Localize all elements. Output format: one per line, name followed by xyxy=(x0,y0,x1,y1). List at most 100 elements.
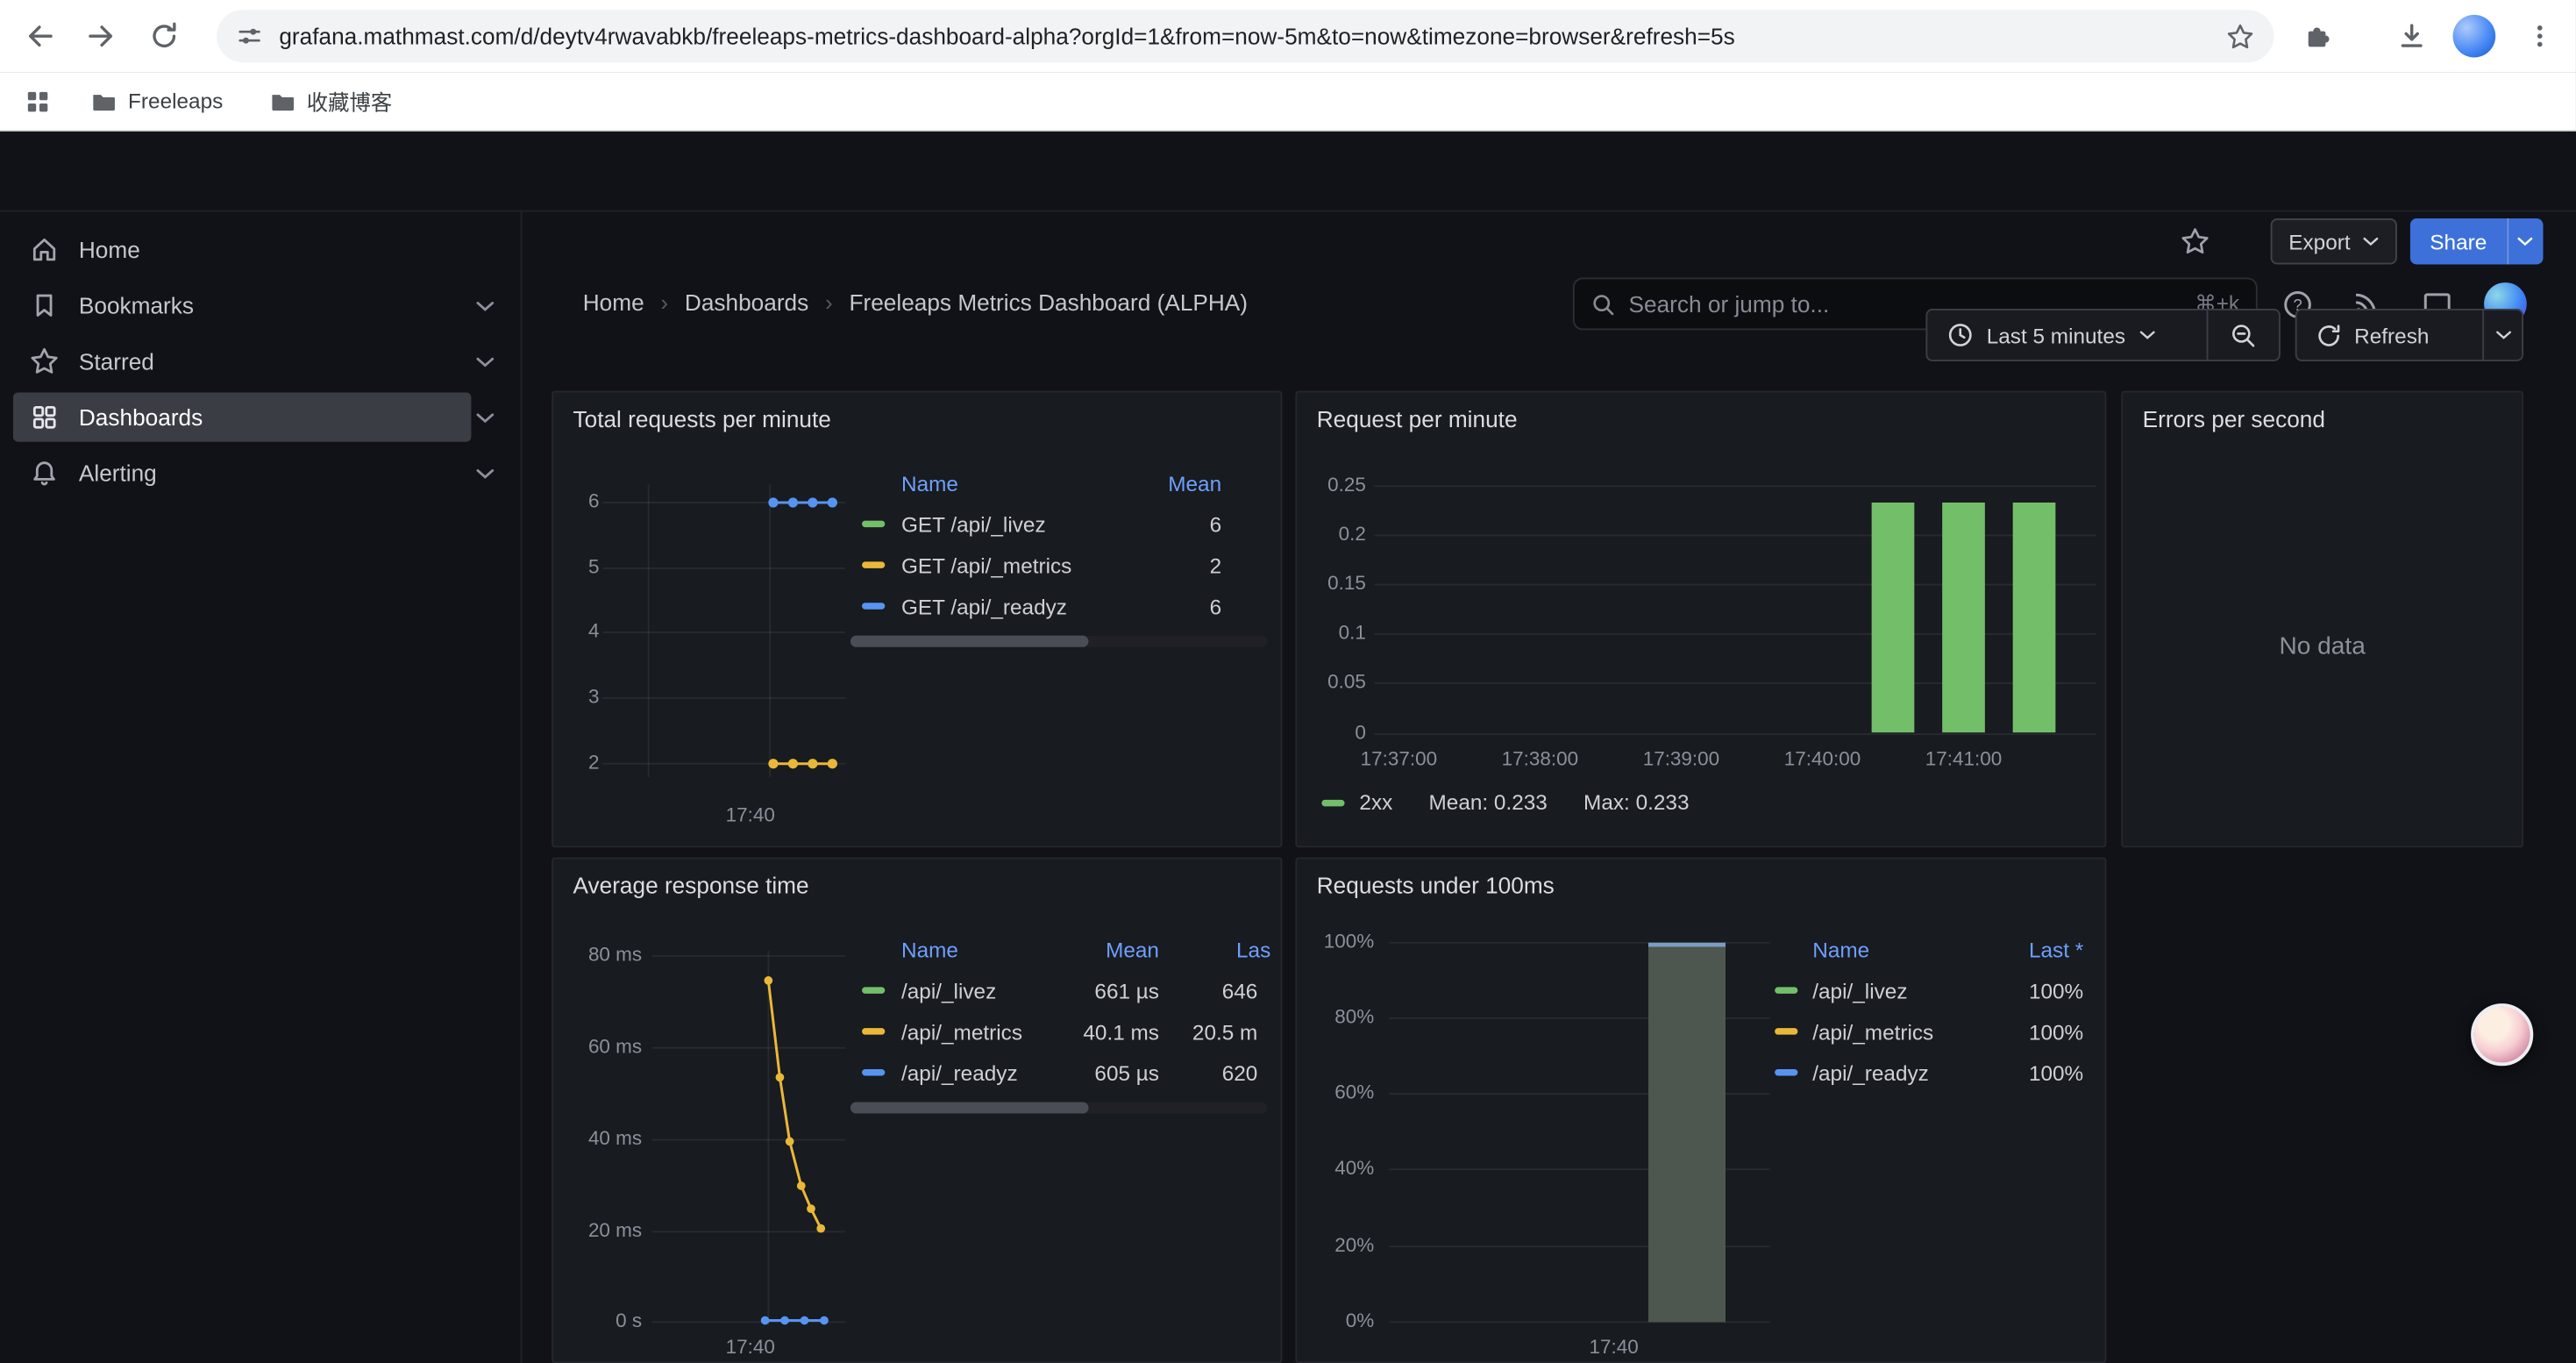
reload-icon xyxy=(149,21,179,51)
sidebar-item-home[interactable]: Home xyxy=(13,225,497,275)
series-name[interactable]: GET /api/_metrics xyxy=(901,546,1071,587)
zoom-out-time-button[interactable] xyxy=(2209,310,2280,360)
legend-column-name[interactable]: Name xyxy=(1812,931,1869,971)
bar-chart xyxy=(1389,934,1769,1335)
panel-total-requests-per-minute: Total requests per minute 6 5 4 3 2 17:4… xyxy=(551,391,1282,848)
browser-menu-button[interactable] xyxy=(2517,13,2563,59)
series-name[interactable]: GET /api/_readyz xyxy=(901,586,1067,627)
panel-title[interactable]: Errors per second xyxy=(2143,406,2325,432)
legend-column-last[interactable]: Last * xyxy=(2029,931,2083,971)
scrollbar-thumb[interactable] xyxy=(850,1102,1088,1113)
reload-button[interactable] xyxy=(141,13,187,59)
browser-profile-avatar[interactable] xyxy=(2453,15,2496,58)
series-name[interactable]: /api/_metrics xyxy=(901,1011,1022,1053)
breadcrumb-dashboards[interactable]: Dashboards xyxy=(685,289,808,316)
legend-row: GET /api/_livez 6 xyxy=(850,504,1268,546)
series-name[interactable]: /api/_readyz xyxy=(1812,1053,1929,1094)
sidebar-item-alerting[interactable]: Alerting xyxy=(13,448,471,497)
panel-title[interactable]: Total requests per minute xyxy=(573,406,831,432)
back-button[interactable] xyxy=(17,13,62,59)
series-name[interactable]: 2xx xyxy=(1359,790,1392,815)
downloads-button[interactable] xyxy=(2388,13,2434,59)
share-menu-button[interactable] xyxy=(2507,218,2543,264)
legend-scrollbar[interactable] xyxy=(850,636,1268,647)
series-color-swatch xyxy=(1321,799,1344,805)
chevron-down-icon[interactable] xyxy=(471,300,497,311)
panel-title[interactable]: Average response time xyxy=(573,872,809,898)
legend-column-name[interactable]: Name xyxy=(901,465,958,504)
chevron-down-icon[interactable] xyxy=(471,411,497,423)
refresh-interval-button[interactable] xyxy=(2484,310,2522,360)
share-button-group: Share xyxy=(2410,218,2543,264)
sidebar-item-dashboards[interactable]: Dashboards xyxy=(13,393,471,442)
legend-column-name[interactable]: Name xyxy=(901,931,958,971)
bell-icon xyxy=(30,458,60,488)
breadcrumb-separator: › xyxy=(825,289,833,316)
time-range-picker[interactable]: Last 5 minutes xyxy=(1927,310,2206,360)
chevron-down-icon[interactable] xyxy=(471,355,497,367)
breadcrumb-separator: › xyxy=(660,289,668,316)
sidebar-item-bookmarks[interactable]: Bookmarks xyxy=(13,281,471,330)
series-name[interactable]: GET /api/_livez xyxy=(901,504,1046,546)
folder-icon xyxy=(269,88,295,114)
legend-inline: 2xx Mean: 0.233 Max: 0.233 xyxy=(1321,790,1725,815)
url-input[interactable] xyxy=(279,23,2210,49)
series-color-swatch xyxy=(1775,987,1797,993)
url-bar[interactable] xyxy=(217,10,2274,62)
timeseries-chart xyxy=(602,482,845,810)
apps-shortcut-button[interactable] xyxy=(17,86,60,116)
legend-row: /api/_livez 661 µs 646 xyxy=(850,971,1268,1012)
export-button[interactable]: Export xyxy=(2271,218,2396,264)
series-mean: 605 µs xyxy=(1094,1053,1159,1094)
site-info-icon[interactable] xyxy=(237,23,263,49)
legend-table: Name Mean Las /api/_livez 661 µs 646 /ap… xyxy=(850,931,1268,1120)
series-name[interactable]: /api/_livez xyxy=(901,971,996,1012)
legend-row: /api/_readyz 605 µs 620 xyxy=(850,1053,1268,1094)
series-mean: Mean: 0.233 xyxy=(1429,790,1548,815)
chevron-down-icon[interactable] xyxy=(471,467,497,479)
forward-button[interactable] xyxy=(79,13,125,59)
series-max: Max: 0.233 xyxy=(1583,790,1689,815)
series-color-swatch xyxy=(862,1028,885,1034)
series-name[interactable]: /api/_livez xyxy=(1812,971,1907,1012)
folder-icon xyxy=(90,88,117,114)
series-mean: 2 xyxy=(1210,546,1222,587)
star-icon xyxy=(2181,226,2210,256)
legend-row: /api/_metrics 100% xyxy=(1775,1011,2087,1053)
panel-title[interactable]: Requests under 100ms xyxy=(1317,872,1555,898)
series-mean: 6 xyxy=(1210,586,1222,627)
favorite-dashboard-button[interactable] xyxy=(2181,226,2210,264)
panel-request-per-minute: Request per minute 0.25 0.2 0.15 0.1 0.0… xyxy=(1295,391,2106,848)
legend-column-mean[interactable]: Mean xyxy=(1106,931,1159,971)
bookmark-folder-freeleaps[interactable]: Freeleaps xyxy=(75,82,238,121)
bookmark-label: Freeleaps xyxy=(128,89,223,113)
chevron-down-icon xyxy=(2517,237,2534,246)
legend-column-mean[interactable]: Mean xyxy=(1168,465,1221,504)
search-icon xyxy=(1590,291,1615,316)
panel-title[interactable]: Request per minute xyxy=(1317,406,1518,432)
series-name[interactable]: /api/_metrics xyxy=(1812,1011,1933,1053)
share-button[interactable]: Share xyxy=(2410,218,2507,264)
legend-scrollbar[interactable] xyxy=(850,1102,1268,1113)
star-icon xyxy=(30,346,60,376)
breadcrumb-current: Freeleaps Metrics Dashboard (ALPHA) xyxy=(849,289,1248,316)
scrollbar-thumb[interactable] xyxy=(850,636,1088,647)
bookmark-folder-blogs[interactable]: 收藏博客 xyxy=(254,79,407,124)
clock-icon xyxy=(1947,322,1974,348)
refresh-icon xyxy=(2316,323,2341,347)
extensions-button[interactable] xyxy=(2295,13,2341,59)
breadcrumb-home[interactable]: Home xyxy=(583,289,644,316)
series-name[interactable]: /api/_readyz xyxy=(901,1053,1018,1094)
floating-avatar-button[interactable] xyxy=(2471,1003,2533,1066)
series-last: 100% xyxy=(2029,1053,2083,1094)
bookmark-star-icon[interactable] xyxy=(2226,22,2254,50)
zoom-out-icon xyxy=(2230,321,2258,349)
series-color-swatch xyxy=(1775,1028,1797,1034)
refresh-button[interactable]: Refresh xyxy=(2297,310,2483,360)
dashboards-icon xyxy=(30,403,60,432)
legend-column-last[interactable]: Las xyxy=(1236,931,1270,971)
sidebar-item-starred[interactable]: Starred xyxy=(13,337,471,386)
series-mean: 6 xyxy=(1210,504,1222,546)
legend-row: /api/_readyz 100% xyxy=(1775,1053,2087,1094)
legend-table: Name Mean GET /api/_livez 6 GET /api/_me… xyxy=(850,465,1268,653)
